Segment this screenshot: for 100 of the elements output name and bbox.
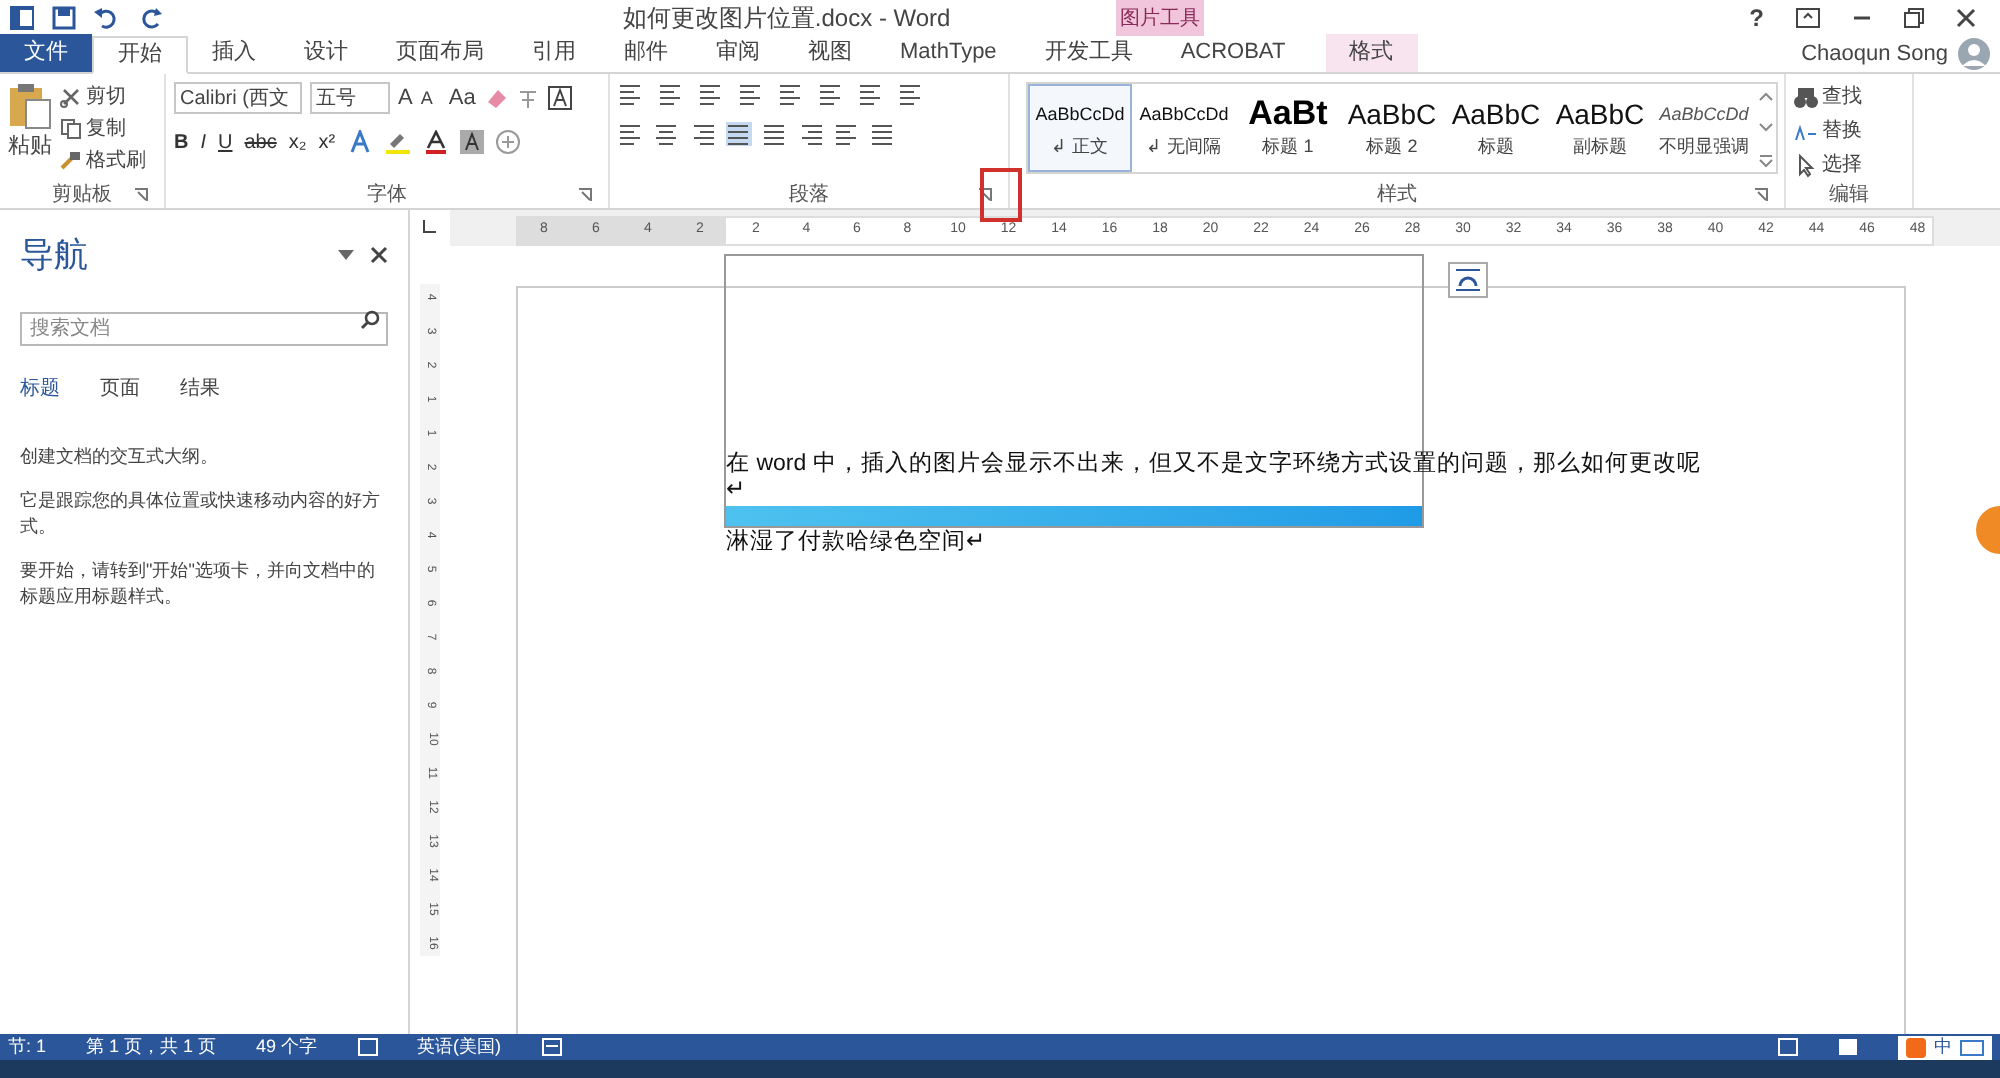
style-name: ↲ 无间隔 [1146,134,1222,161]
redo-icon [140,6,164,30]
style-gallery-item[interactable]: AaBbCcDd ↲ 正文 [1028,84,1132,172]
group-label: 字体 [367,181,407,209]
eraser-icon [483,86,508,111]
text-effects-icon [347,130,372,154]
clipboard-button[interactable]: 格式刷 [60,146,146,174]
style-preview: AaBt [1248,94,1328,135]
search-icon [360,309,380,329]
window-title: 如何更改图片位置.docx - Word [622,2,951,36]
binoculars-icon [1794,85,1818,109]
font-format-button[interactable]: U [218,127,233,157]
status-item[interactable]: 节: 1 [8,1033,47,1061]
group-label: 剪贴板 [52,181,112,209]
character-border-icon [547,86,572,111]
ribbon-tab[interactable]: 开发工具 [1020,34,1157,72]
style-gallery-item[interactable]: AaBt 标题 1 [1236,84,1340,172]
ribbon-tab[interactable]: 页面布局 [372,34,508,72]
contextual-group-label: 图片工具 [1116,0,1204,36]
style-gallery-item[interactable]: AaBbC 标题 2 [1340,84,1444,172]
status-item[interactable]: 第 1 页，共 1 页 [86,1033,217,1061]
dropdown-caret-icon [338,249,354,262]
dialog-launcher-icon [134,188,148,202]
align-center-icon [654,122,680,146]
ribbon-tab[interactable]: 格式 [1325,34,1418,72]
pane-text: 要开始，请转到"开始"选项卡，并向文档中的标题应用标题样式。 [20,557,377,609]
style-name: 不明显强调 [1659,134,1749,161]
grow-font-button[interactable]: A [398,82,413,115]
font-name-field[interactable]: Calibri (西文 [174,82,302,115]
style-name: 副标题 [1573,134,1627,161]
highlighter-icon [383,130,412,154]
help-button[interactable]: ? [1749,0,1764,36]
group-label: 段落 [789,181,829,209]
ime-logo-icon [1906,1037,1926,1057]
ribbon-tab[interactable]: MathType [876,34,1021,72]
style-preview: AaBbCcDd [1659,102,1749,129]
editing-button[interactable]: 选择 [1794,150,1862,180]
font-format-button[interactable]: abc [244,127,277,157]
change-case-button[interactable]: Aa [448,82,476,115]
ribbon-tab[interactable]: 文件 [0,34,92,72]
font-format-button[interactable]: x² [318,127,336,157]
document-paragraph: 淋湿了付款哈绿色空间↵ [726,530,988,556]
clipboard-button[interactable]: 剪切 [60,82,146,110]
align-right-icon [690,122,716,146]
style-name: 标题 1 [1262,134,1314,161]
editing-button[interactable]: 查找 [1794,82,1862,112]
enclosed-character-icon [495,130,520,154]
ribbon-tab[interactable]: ACROBAT [1156,34,1310,72]
dialog-launcher-icon [578,188,592,202]
font-format-button[interactable]: I [200,127,207,157]
status-item[interactable]: 英语(美国) [417,1033,502,1061]
character-shading-icon [459,130,484,154]
group-label: 样式 [1377,181,1417,209]
close-icon [1956,8,1976,28]
ribbon-tab[interactable]: 开始 [92,36,188,74]
group-label: 编辑 [1829,181,1869,209]
pane-tab[interactable]: 页面 [100,373,164,403]
font-color-icon [423,130,448,154]
font-size-field[interactable]: 五号 [310,82,390,115]
ribbon-tab[interactable]: 设计 [280,34,372,72]
style-name: ↲ 正文 [1051,134,1109,161]
style-name: 标题 [1478,134,1514,161]
pane-tab[interactable]: 结果 [180,373,244,403]
tab-selector-icon [422,218,438,234]
style-name: 标题 2 [1366,134,1418,161]
shrink-font-button[interactable]: A [420,85,433,112]
ribbon-tab[interactable]: 审阅 [692,34,784,72]
dialog-launcher-icon [978,188,992,202]
user-name[interactable]: Chaoqun Song [1801,37,1956,71]
ribbon-tab[interactable]: 视图 [784,34,876,72]
pane-text: 创建文档的交互式大纲。 [20,443,220,469]
justify-icon [726,122,752,146]
paste-button[interactable]: 粘贴 [8,82,52,180]
style-gallery-item[interactable]: AaBbC 副标题 [1548,84,1652,172]
dialog-launcher-icon [1754,188,1768,202]
editing-button[interactable]: 替换 [1794,116,1862,146]
style-gallery-item[interactable]: AaBbC 标题 [1444,84,1548,172]
style-gallery-item[interactable]: AaBbCcDd 不明显强调 [1652,84,1756,172]
save-icon [52,6,76,30]
pane-tab[interactable]: 标题 [20,373,84,403]
pane-text: 它是跟踪您的具体位置或快速移动内容的好方式。 [20,487,382,539]
status-item[interactable]: 49 个字 [256,1033,318,1061]
style-preview: AaBbCcDd [1035,102,1125,129]
ribbon-tab[interactable]: 邮件 [600,34,692,72]
ribbon-display-icon [1796,8,1820,28]
close-icon [370,246,388,265]
search-field[interactable]: 搜索文档 [20,311,388,345]
style-gallery-item[interactable]: AaBbCcDd ↲ 无间隔 [1132,84,1236,172]
style-preview: AaBbCcDd [1139,102,1229,129]
brush-icon [60,149,82,171]
clipboard-icon [8,82,52,130]
font-format-button[interactable]: B [174,127,189,157]
ribbon-tab[interactable]: 引用 [508,34,600,72]
copy-icon [60,117,82,139]
style-preview: AaBbC [1347,96,1437,135]
clipboard-button[interactable]: 复制 [60,114,146,142]
ribbon-tab[interactable]: 插入 [188,34,280,72]
align-left-icon [618,122,644,146]
style-preview: AaBbC [1555,96,1645,135]
font-format-button[interactable]: x₂ [288,127,307,157]
